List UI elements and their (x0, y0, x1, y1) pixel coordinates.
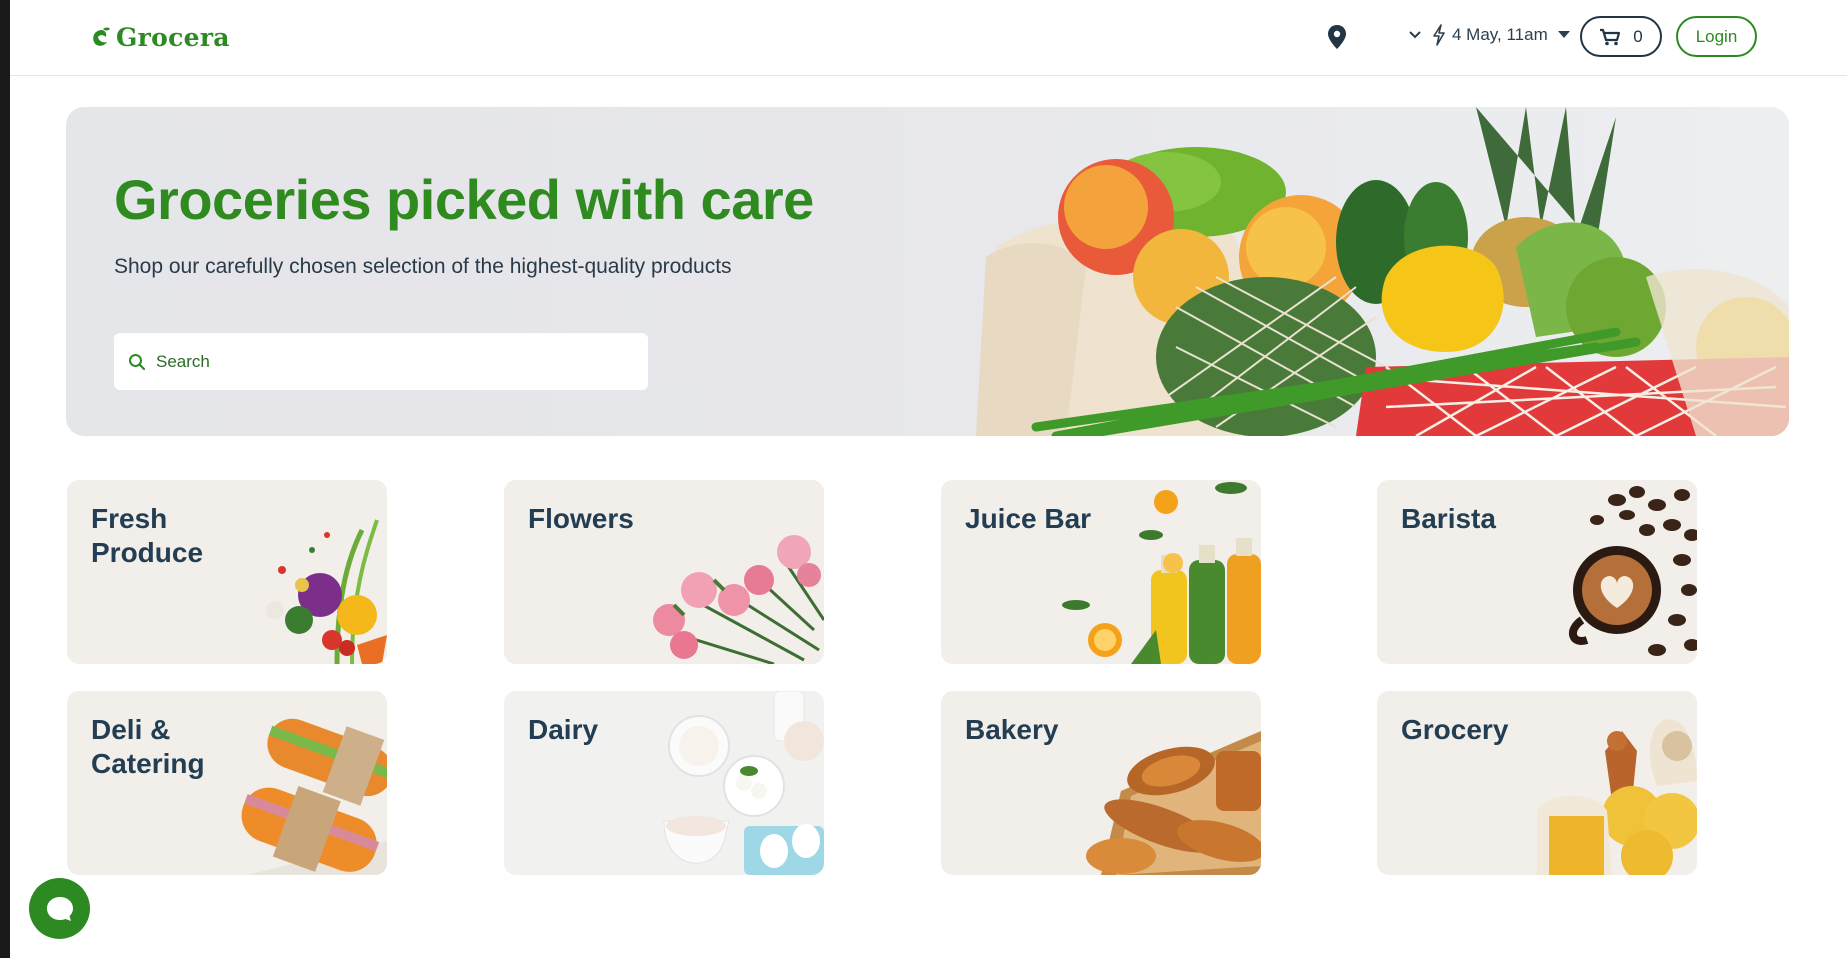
hero-banner: Groceries picked with care Shop our care… (66, 107, 1789, 436)
category-title: Fresh Produce (91, 503, 204, 568)
category-card-dairy[interactable]: Dairy (504, 691, 824, 875)
delivery-time-text: 4 May, 11am (1452, 25, 1548, 44)
top-navbar: Grocera 4 May, 11am 0 Login (10, 0, 1847, 76)
category-title: Dairy (528, 714, 599, 745)
location-pin-icon[interactable] (1326, 24, 1348, 50)
category-card-juice-bar[interactable]: Juice Bar (941, 480, 1261, 664)
category-card-bakery[interactable]: Bakery (941, 691, 1261, 875)
category-card-barista[interactable]: Barista (1377, 480, 1697, 664)
delivery-time-selector[interactable]: 4 May, 11am (1432, 24, 1570, 46)
logo-leaf-icon (93, 27, 110, 46)
hero-title: Groceries picked with care (114, 168, 814, 231)
cart-button[interactable]: 0 (1580, 16, 1662, 57)
category-title: Bakery (965, 714, 1059, 745)
search-placeholder: Search (156, 351, 210, 371)
category-title: Barista (1401, 503, 1496, 534)
window-edge (0, 0, 10, 958)
category-card-grocery[interactable]: Grocery (1377, 691, 1697, 875)
login-button[interactable]: Login (1676, 16, 1757, 57)
category-card-flowers[interactable]: Flowers (504, 480, 824, 664)
category-card-fresh-produce[interactable]: Fresh Produce (67, 480, 387, 664)
chat-icon (46, 896, 73, 921)
lightning-icon (1433, 24, 1445, 46)
hero-subtitle: Shop our carefully chosen selection of t… (114, 255, 732, 278)
category-title: Deli & Catering (91, 714, 205, 779)
logo[interactable]: Grocera (90, 23, 230, 52)
category-title: Grocery (1401, 714, 1509, 745)
category-title: Juice Bar (965, 503, 1092, 534)
caret-down-icon (1557, 31, 1570, 38)
cart-icon (1600, 28, 1621, 45)
cart-count: 0 (1633, 26, 1643, 46)
category-card-deli-catering[interactable]: Deli & Catering (67, 691, 387, 875)
search-icon (129, 353, 146, 370)
hero-grocery-bag-image (976, 107, 1789, 436)
logo-text: Grocera (116, 23, 230, 52)
chevron-down-icon[interactable] (1408, 28, 1422, 42)
category-title: Flowers (528, 503, 634, 534)
search-input[interactable]: Search (114, 333, 648, 390)
chat-button[interactable] (29, 878, 90, 939)
